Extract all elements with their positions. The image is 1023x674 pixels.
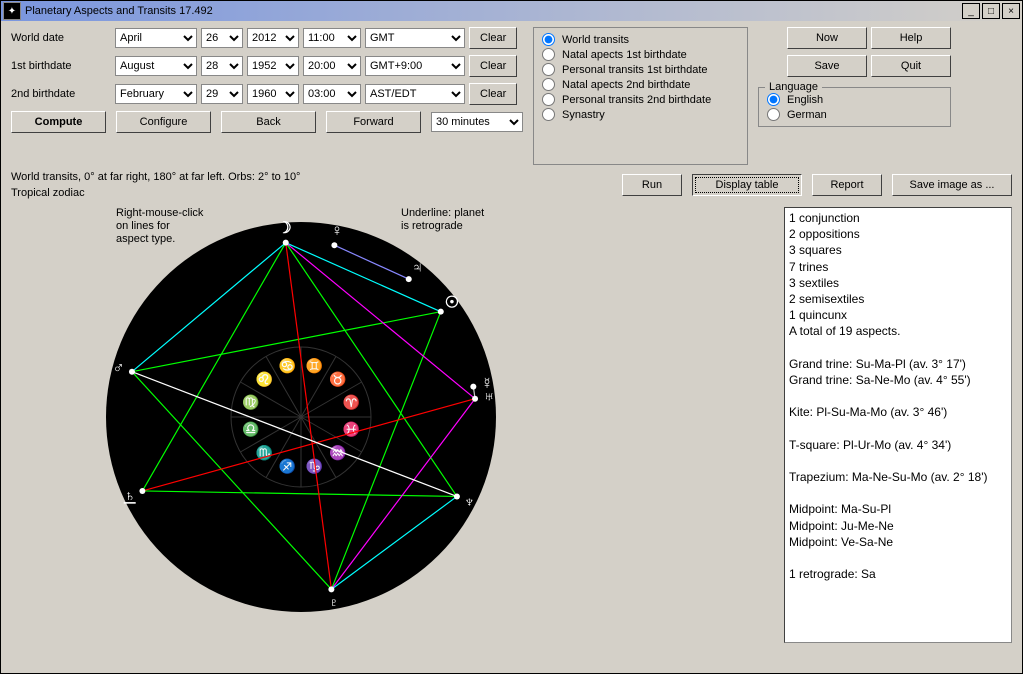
- date-inputs: World date April 26 2012 11:00 GMT Clear…: [11, 27, 523, 165]
- svg-text:♐: ♐: [279, 458, 296, 475]
- configure-button[interactable]: Configure: [116, 111, 211, 133]
- svg-text:♍: ♍: [242, 394, 259, 411]
- save-image-as-button[interactable]: Save image as ...: [892, 174, 1012, 196]
- main-area: Right-mouse-click on lines for aspect ty…: [11, 207, 1012, 667]
- compute-button[interactable]: Compute: [11, 111, 106, 133]
- close-button[interactable]: ×: [1002, 3, 1020, 19]
- clear-world-date-button[interactable]: Clear: [469, 27, 517, 49]
- svg-text:♀: ♀: [331, 223, 343, 240]
- svg-text:♎: ♎: [242, 421, 259, 438]
- world-date-tz[interactable]: GMT: [365, 28, 465, 48]
- action-row: Run Display table Report Save image as .…: [622, 174, 1012, 196]
- save-button[interactable]: Save: [787, 55, 867, 77]
- second-birthdate-time[interactable]: 03:00: [303, 84, 361, 104]
- mode-natal-2nd[interactable]: Natal apects 2nd birthdate: [542, 77, 739, 92]
- results-textbox[interactable]: 1 conjunction 2 oppositions 3 squares 7 …: [784, 207, 1012, 643]
- world-date-row: World date April 26 2012 11:00 GMT Clear: [11, 27, 523, 49]
- minimize-button[interactable]: _: [962, 3, 980, 19]
- svg-text:♇: ♇: [328, 594, 340, 611]
- titlebar: ✦ Planetary Aspects and Transits 17.492 …: [1, 1, 1022, 21]
- first-birthdate-label: 1st birthdate: [11, 60, 111, 72]
- mode-natal-1st[interactable]: Natal apects 1st birthdate: [542, 47, 739, 62]
- mode-personal-1st[interactable]: Personal transits 1st birthdate: [542, 62, 739, 77]
- second-birthdate-label: 2nd birthdate: [11, 88, 111, 100]
- app-icon: ✦: [3, 2, 21, 20]
- quit-button[interactable]: Quit: [871, 55, 951, 77]
- world-date-month[interactable]: April: [115, 28, 197, 48]
- app-window: ✦ Planetary Aspects and Transits 17.492 …: [0, 0, 1023, 674]
- world-date-year[interactable]: 2012: [247, 28, 299, 48]
- svg-text:☽: ☽: [277, 220, 291, 237]
- first-birthdate-time[interactable]: 20:00: [303, 56, 361, 76]
- language-english[interactable]: English: [767, 92, 942, 107]
- clear-second-birthdate-button[interactable]: Clear: [469, 83, 517, 105]
- svg-text:♃: ♃: [411, 259, 423, 276]
- step-select[interactable]: 30 minutes: [431, 112, 523, 132]
- svg-text:♅: ♅: [483, 388, 495, 405]
- aspect-wheel[interactable]: ♈♉♊♋♌♍♎♏♐♑♒♓☉☿♅♃♀☽♂♄♇♆: [91, 207, 511, 627]
- forward-button[interactable]: Forward: [326, 111, 421, 133]
- first-birthdate-day[interactable]: 28: [201, 56, 243, 76]
- language-german[interactable]: German: [767, 107, 942, 122]
- chart-area: Right-mouse-click on lines for aspect ty…: [11, 207, 774, 667]
- first-birthdate-tz[interactable]: GMT+9:00: [365, 56, 465, 76]
- report-button[interactable]: Report: [812, 174, 882, 196]
- svg-text:♂: ♂: [112, 359, 124, 376]
- second-birthdate-tz[interactable]: AST/EDT: [365, 84, 465, 104]
- info-line-2: Tropical zodiac: [11, 185, 622, 201]
- svg-text:☉: ☉: [445, 294, 459, 311]
- help-button[interactable]: Help: [871, 27, 951, 49]
- language-group: Language English German: [758, 87, 951, 127]
- mode-world-transits[interactable]: World transits: [542, 32, 739, 47]
- mode-synastry[interactable]: Synastry: [542, 107, 739, 122]
- content-area: World date April 26 2012 11:00 GMT Clear…: [1, 21, 1022, 673]
- run-button[interactable]: Run: [622, 174, 682, 196]
- mode-box: World transits Natal apects 1st birthdat…: [533, 27, 748, 165]
- svg-text:♄: ♄: [124, 488, 136, 505]
- now-button[interactable]: Now: [787, 27, 867, 49]
- second-birthdate-day[interactable]: 29: [201, 84, 243, 104]
- svg-text:♉: ♉: [329, 371, 346, 388]
- svg-text:♌: ♌: [256, 371, 273, 388]
- info-line-1: World transits, 0° at far right, 180° at…: [11, 169, 622, 185]
- maximize-button[interactable]: □: [982, 3, 1000, 19]
- second-birthdate-year[interactable]: 1960: [247, 84, 299, 104]
- first-birthdate-year[interactable]: 1952: [247, 56, 299, 76]
- svg-text:♈: ♈: [343, 394, 360, 411]
- language-legend: Language: [765, 81, 822, 93]
- second-birthdate-month[interactable]: February: [115, 84, 197, 104]
- window-controls: _ □ ×: [962, 3, 1020, 19]
- svg-text:♊: ♊: [306, 357, 323, 374]
- svg-text:♆: ♆: [463, 494, 475, 511]
- top-controls: World date April 26 2012 11:00 GMT Clear…: [11, 27, 1012, 165]
- first-birthdate-row: 1st birthdate August 28 1952 20:00 GMT+9…: [11, 55, 523, 77]
- svg-text:♓: ♓: [343, 421, 360, 438]
- mode-select-group: World transits Natal apects 1st birthdat…: [533, 27, 748, 165]
- info-lines: World transits, 0° at far right, 180° at…: [11, 169, 1012, 201]
- svg-text:♋: ♋: [279, 357, 296, 374]
- world-date-label: World date: [11, 32, 111, 44]
- back-button[interactable]: Back: [221, 111, 316, 133]
- display-table-button[interactable]: Display table: [692, 174, 802, 196]
- world-date-day[interactable]: 26: [201, 28, 243, 48]
- window-title: Planetary Aspects and Transits 17.492: [25, 5, 962, 17]
- right-buttons: Now Help Save Quit Language English Germ…: [758, 27, 951, 165]
- world-date-time[interactable]: 11:00: [303, 28, 361, 48]
- compute-row: Compute Configure Back Forward 30 minute…: [11, 111, 523, 133]
- second-birthdate-row: 2nd birthdate February 29 1960 03:00 AST…: [11, 83, 523, 105]
- mode-personal-2nd[interactable]: Personal transits 2nd birthdate: [542, 92, 739, 107]
- first-birthdate-month[interactable]: August: [115, 56, 197, 76]
- clear-first-birthdate-button[interactable]: Clear: [469, 55, 517, 77]
